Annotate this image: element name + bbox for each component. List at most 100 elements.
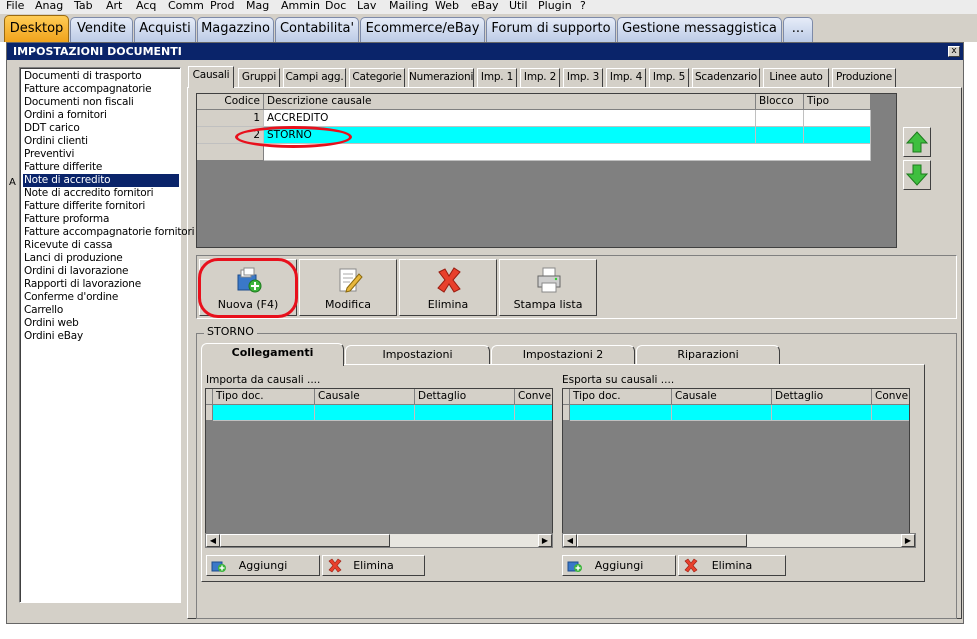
menu-prod[interactable]: Prod [210, 0, 234, 12]
column-header-tipo[interactable]: Tipo [804, 94, 871, 110]
list-item[interactable]: DDT carico [24, 122, 180, 135]
menu-anag[interactable]: Anag [35, 0, 63, 12]
column-header-descrizione[interactable]: Descrizione causale [264, 94, 756, 110]
cell-codice[interactable]: 1 [197, 110, 264, 127]
list-item[interactable]: Ordini web [24, 317, 180, 330]
menu-mailing[interactable]: Mailing [389, 0, 428, 12]
column-header-codice[interactable]: Codice [197, 94, 264, 110]
tab-gestione-messaggistica[interactable]: Gestione messaggistica [617, 17, 782, 42]
move-up-button[interactable] [903, 127, 931, 157]
tab-campi-agg[interactable]: Campi agg. [283, 68, 346, 87]
close-icon[interactable]: x [948, 46, 960, 57]
list-item[interactable]: Fatture accompagnatorie [24, 83, 180, 96]
menu-plugin[interactable]: Plugin [538, 0, 572, 12]
esporta-elimina-button[interactable]: Elimina [678, 555, 786, 576]
menu-util[interactable]: Util [509, 0, 527, 12]
tab-imp-1[interactable]: Imp. 1 [477, 68, 517, 87]
menu-art[interactable]: Art [106, 0, 122, 12]
scroll-right-icon[interactable]: ▶ [538, 534, 552, 547]
list-item[interactable]: Rapporti di lavorazione [24, 278, 180, 291]
list-item[interactable]: Fatture differite fornitori [24, 200, 180, 213]
tab-ecommerce-ebay[interactable]: Ecommerce/eBay [360, 17, 485, 42]
scroll-left-icon[interactable]: ◀ [206, 534, 220, 547]
menu-tab[interactable]: Tab [74, 0, 93, 12]
tab-acquisti[interactable]: Acquisti [134, 17, 196, 42]
list-item[interactable]: Ricevute di cassa [24, 239, 180, 252]
list-item[interactable]: Documenti di trasporto [24, 70, 180, 83]
tab-causali[interactable]: Causali [188, 66, 234, 88]
tab-desktop[interactable]: Desktop [4, 15, 69, 42]
tab-contabilita[interactable]: Contabilita' [275, 17, 359, 42]
scroll-thumb[interactable] [220, 534, 390, 547]
list-item[interactable]: Note di accredito fornitori [24, 187, 180, 200]
stampa-lista-button[interactable]: Stampa lista [499, 259, 597, 316]
column-header-causale[interactable]: Causale [672, 389, 772, 405]
column-header-dettaglio[interactable]: Dettaglio [415, 389, 515, 405]
menu-lav[interactable]: Lav [357, 0, 376, 12]
causali-grid[interactable]: Codice Descrizione causale Blocco Tipo 1… [196, 93, 897, 248]
scroll-right-icon[interactable]: ▶ [901, 534, 915, 547]
tab-produzione[interactable]: Produzione [832, 68, 896, 87]
cell-causale[interactable] [315, 405, 415, 421]
menu-web[interactable]: Web [435, 0, 459, 12]
cell-conversione[interactable] [515, 405, 552, 421]
cell-tipo-doc[interactable] [213, 405, 315, 421]
modifica-button[interactable]: Modifica [299, 259, 397, 316]
tab-linee-auto[interactable]: Linee auto [763, 68, 829, 87]
column-header-conversione[interactable]: Conversi [872, 389, 909, 405]
tab-categorie[interactable]: Categorie [349, 68, 405, 87]
cell-descrizione[interactable]: ACCREDITO [264, 110, 756, 127]
tab-imp-3[interactable]: Imp. 3 [563, 68, 603, 87]
importa-grid[interactable]: Tipo doc. Causale Dettaglio Conver [205, 388, 553, 548]
list-item[interactable]: Fatture accompagnatorie fornitori [24, 226, 195, 239]
cell-dettaglio[interactable] [772, 405, 872, 421]
tab-imp-4[interactable]: Imp. 4 [606, 68, 646, 87]
cell-tipo[interactable] [804, 110, 871, 127]
menu-comm[interactable]: Comm [168, 0, 204, 12]
tab-magazzino[interactable]: Magazzino [197, 17, 274, 42]
cell-blocco[interactable] [756, 110, 804, 127]
cell-dettaglio[interactable] [415, 405, 515, 421]
menu-file[interactable]: File [6, 0, 24, 12]
cell-causale[interactable] [672, 405, 772, 421]
scroll-left-icon[interactable]: ◀ [563, 534, 577, 547]
menu-acq[interactable]: Acq [136, 0, 156, 12]
new-row[interactable] [264, 144, 871, 161]
esporta-grid[interactable]: Tipo doc. Causale Dettaglio Conversi [562, 388, 910, 548]
list-item[interactable]: Lanci di produzione [24, 252, 180, 265]
column-header-tipo-doc[interactable]: Tipo doc. [213, 389, 315, 405]
cell-tipo[interactable] [804, 127, 871, 144]
list-item[interactable]: Documenti non fiscali [24, 96, 180, 109]
cell-blocco[interactable] [756, 127, 804, 144]
list-item[interactable]: Conferme d'ordine [24, 291, 180, 304]
importa-elimina-button[interactable]: Elimina [322, 555, 425, 576]
cell-conversione[interactable] [872, 405, 909, 421]
tab-collegamenti[interactable]: Collegamenti [201, 343, 344, 366]
cell-tipo-doc[interactable] [570, 405, 672, 421]
tab-gruppi[interactable]: Gruppi [238, 68, 280, 87]
tab-impostazioni-2[interactable]: Impostazioni 2 [491, 345, 635, 365]
menu-help[interactable]: ? [580, 0, 586, 12]
menu-doc[interactable]: Doc [325, 0, 346, 12]
list-item[interactable]: Fatture proforma [24, 213, 180, 226]
column-header-causale[interactable]: Causale [315, 389, 415, 405]
importa-aggiungi-button[interactable]: Aggiungi [206, 555, 320, 576]
tab-riparazioni[interactable]: Riparazioni [636, 345, 780, 365]
menu-mag[interactable]: Mag [246, 0, 269, 12]
column-header-tipo-doc[interactable]: Tipo doc. [570, 389, 672, 405]
list-item[interactable]: Preventivi [24, 148, 180, 161]
list-item[interactable]: Ordini a fornitori [24, 109, 180, 122]
column-header-conversione[interactable]: Conver [515, 389, 552, 405]
tab-impostazioni[interactable]: Impostazioni [345, 345, 490, 365]
tab-more[interactable]: ... [783, 17, 813, 42]
tab-forum-supporto[interactable]: Forum di supporto [486, 17, 616, 42]
tab-vendite[interactable]: Vendite [70, 17, 133, 42]
esporta-aggiungi-button[interactable]: Aggiungi [562, 555, 676, 576]
move-down-button[interactable] [903, 160, 931, 190]
list-item[interactable]: Carrello [24, 304, 180, 317]
menu-ammin[interactable]: Ammin [281, 0, 320, 12]
column-header-dettaglio[interactable]: Dettaglio [772, 389, 872, 405]
tab-numerazioni[interactable]: Numerazioni [408, 68, 474, 87]
elimina-button[interactable]: Elimina [399, 259, 497, 316]
document-type-list[interactable]: Documenti di trasporto Fatture accompagn… [19, 67, 195, 603]
